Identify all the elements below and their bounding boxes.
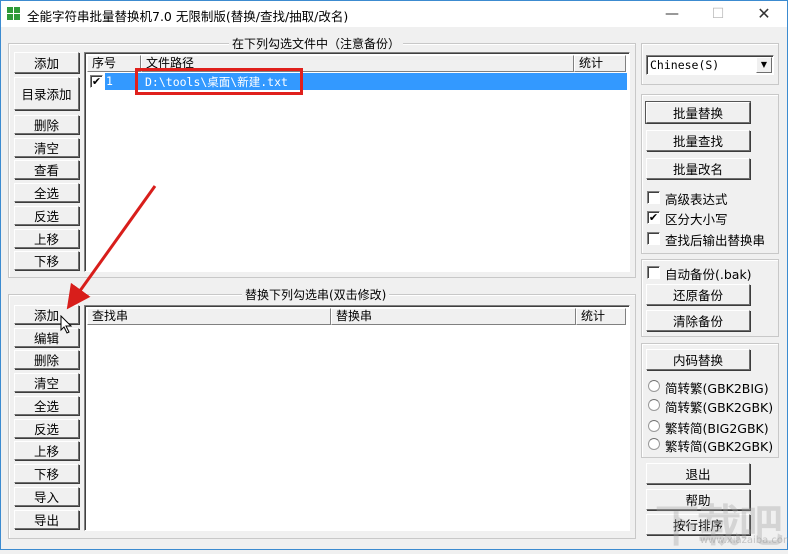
watermark-url: www.xiazaiba.com xyxy=(700,535,788,546)
mouse-cursor-icon xyxy=(60,315,73,334)
annotation-arrow xyxy=(66,185,157,310)
